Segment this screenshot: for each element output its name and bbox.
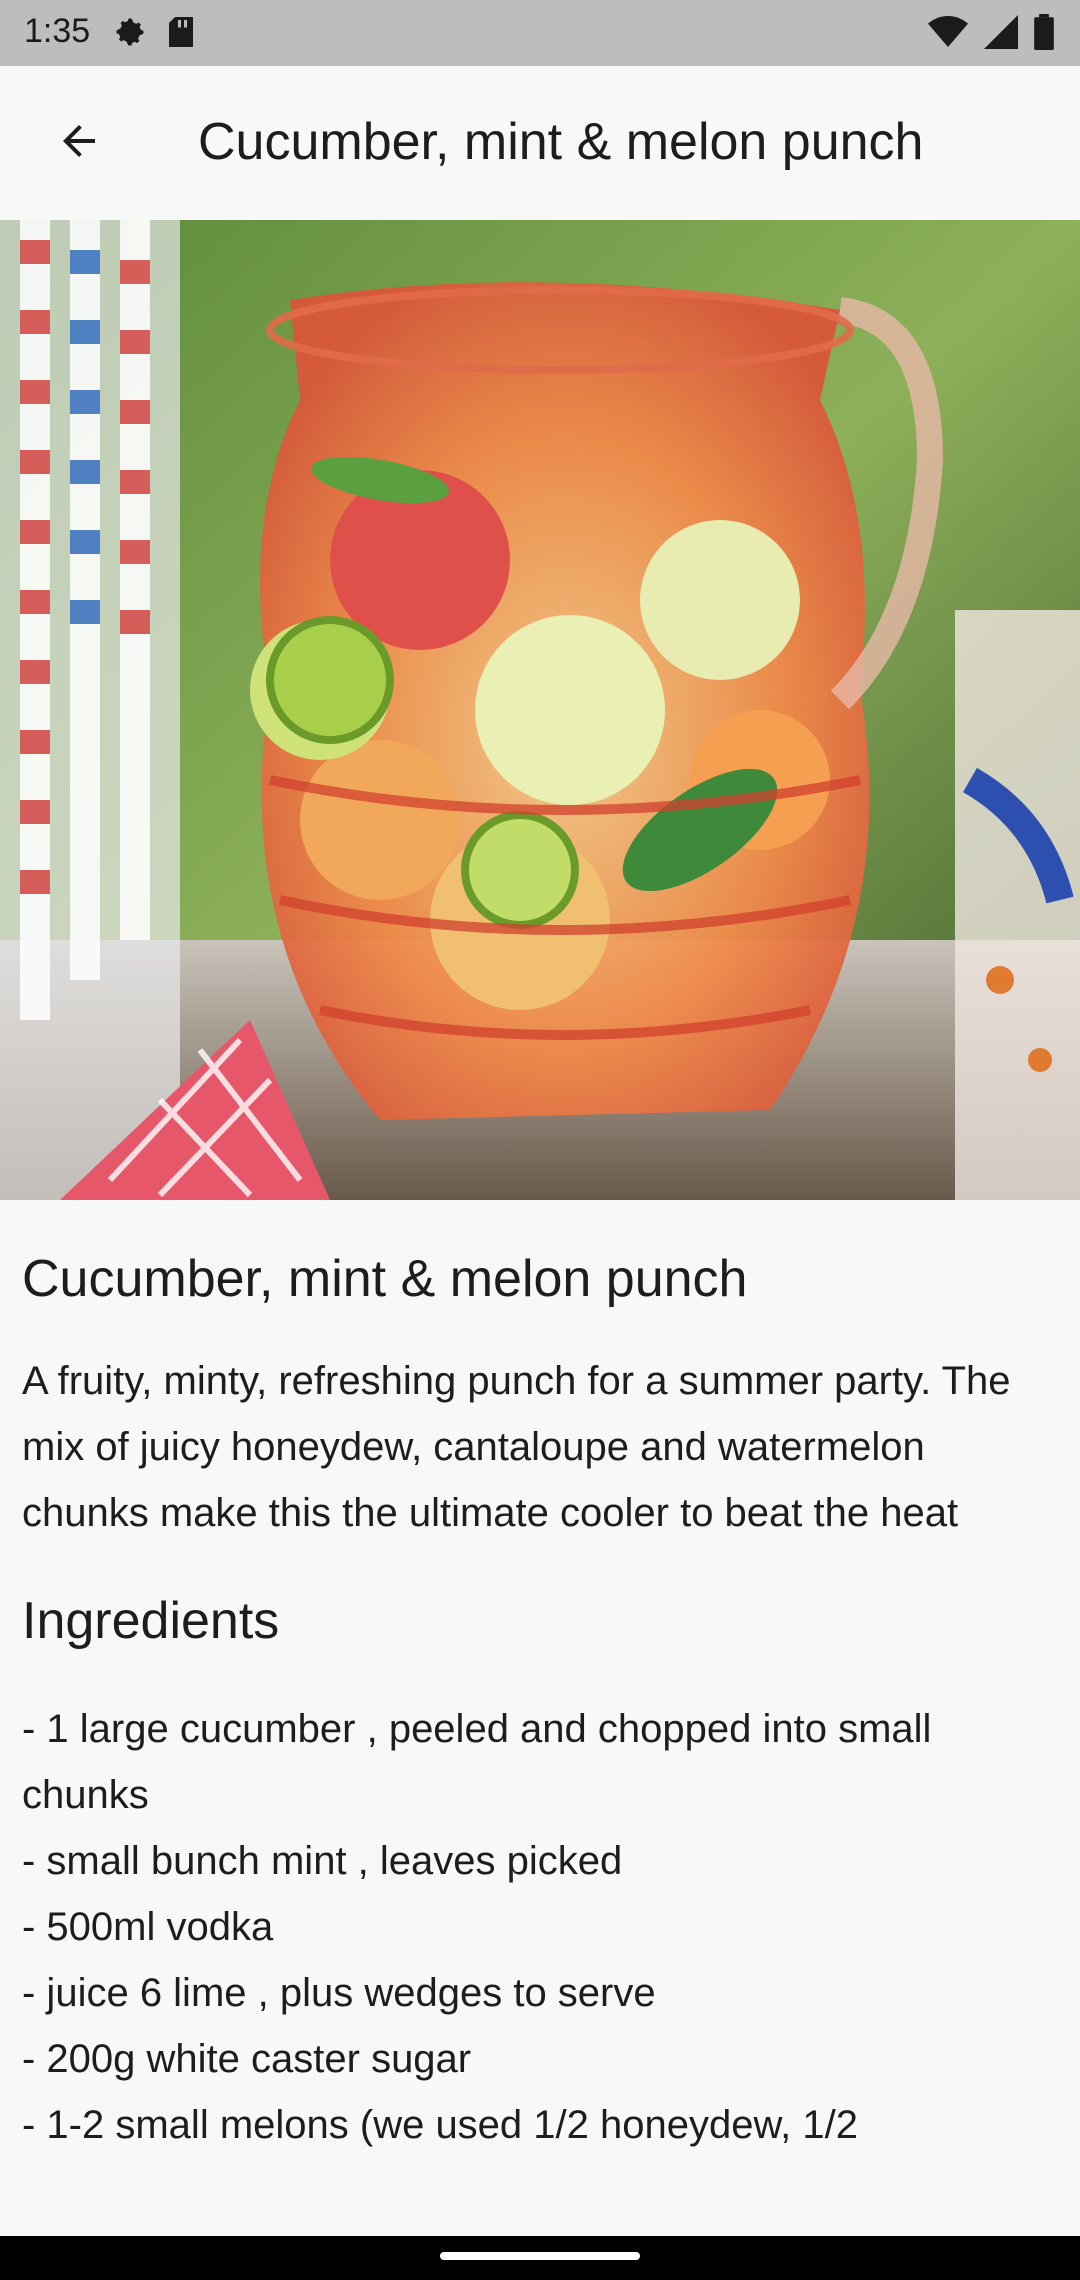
status-left-icons — [112, 14, 196, 55]
ingredient-item: - 1-2 small melons (we used 1/2 honeydew… — [22, 2102, 858, 2147]
battery-icon — [1034, 14, 1054, 55]
recipe-content: Cucumber, mint & melon punch A fruity, m… — [22, 1200, 1058, 2158]
ingredient-item: - 500ml vodka — [22, 1904, 274, 1949]
navigation-bar — [0, 2236, 1080, 2280]
ingredient-item: - juice 6 lime , plus wedges to serve — [22, 1970, 656, 2015]
status-time: 1:35 — [24, 12, 91, 50]
home-gesture-handle[interactable] — [440, 2252, 640, 2260]
ingredient-item: - 200g white caster sugar — [22, 2036, 472, 2081]
wifi-icon — [928, 15, 968, 54]
app-bar: Cucumber, mint & melon punch — [0, 66, 1080, 220]
recipe-description: A fruity, minty, refreshing punch for a … — [22, 1359, 1011, 1536]
gear-icon — [112, 14, 148, 55]
status-bar: 1:35 — [0, 0, 1080, 66]
arrow-back-icon — [55, 117, 103, 170]
back-button[interactable] — [34, 98, 124, 188]
signal-icon — [984, 15, 1018, 54]
recipe-title: Cucumber, mint & melon punch — [22, 1250, 748, 1308]
ingredient-item: - small bunch mint , leaves picked — [22, 1838, 623, 1883]
status-right-icons — [928, 14, 1054, 55]
ingredient-item: - 1 large cucumber , peeled and chopped … — [22, 1706, 932, 1817]
ingredients-heading: Ingredients — [22, 1592, 280, 1651]
sd-card-icon — [166, 14, 196, 55]
app-bar-title: Cucumber, mint & melon punch — [198, 113, 924, 171]
ingredients-list: - 1 large cucumber , peeled and chopped … — [22, 1696, 1058, 2158]
recipe-photo-illustration — [0, 220, 1080, 1200]
recipe-photo — [0, 220, 1080, 1200]
